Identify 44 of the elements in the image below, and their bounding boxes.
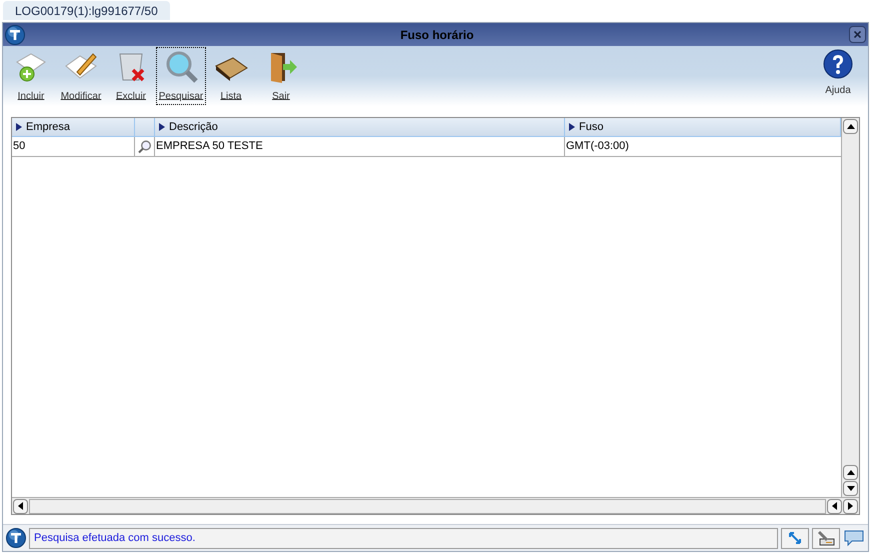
toolbar-button[interactable]: Excluir xyxy=(106,47,156,105)
column-header[interactable]: Empresa xyxy=(12,118,135,136)
scroll-right-button[interactable] xyxy=(843,498,858,514)
help-icon xyxy=(822,49,854,81)
sort-arrow-icon xyxy=(159,123,165,131)
toolbar-button[interactable]: Sair xyxy=(256,47,306,105)
arrow-down-icon xyxy=(846,484,856,494)
scroll-up-button[interactable] xyxy=(843,119,858,134)
logo-icon xyxy=(5,24,25,44)
vertical-scrollbar[interactable] xyxy=(842,118,859,497)
toolbar-button[interactable]: Modificar xyxy=(56,47,106,105)
help-button[interactable]: Ajuda xyxy=(818,47,858,105)
horizontal-scrollbar[interactable] xyxy=(29,498,826,514)
diagonal-arrow-icon xyxy=(788,531,802,545)
toolbar-button[interactable]: Lista xyxy=(206,47,256,105)
sort-arrow-icon xyxy=(16,123,22,131)
arrow-left-icon xyxy=(830,501,840,511)
scroll-left-button[interactable] xyxy=(827,498,842,514)
toolbar-button[interactable]: Pesquisar xyxy=(156,47,206,105)
lookup-icon[interactable] xyxy=(138,140,152,154)
wrench-keyboard-icon xyxy=(817,530,835,546)
resize-button[interactable] xyxy=(781,528,809,548)
close-icon xyxy=(854,31,861,38)
settings-button[interactable] xyxy=(812,528,840,548)
column-header[interactable]: Descrição xyxy=(155,118,565,136)
arrow-up-icon xyxy=(846,122,856,132)
arrow-right-icon xyxy=(846,501,856,511)
status-message: Pesquisa efetuada com sucesso. xyxy=(29,528,778,548)
close-button[interactable] xyxy=(849,26,866,43)
chat-bubble-icon[interactable] xyxy=(843,529,865,547)
logo-icon xyxy=(6,528,26,548)
window-title: Fuso horário xyxy=(399,26,475,44)
table-cell: 50 xyxy=(12,137,135,156)
column-header[interactable]: Fuso xyxy=(565,118,841,136)
toolbar-button[interactable]: Incluir xyxy=(6,47,56,105)
table-cell: EMPRESA 50 TESTE xyxy=(155,137,565,156)
arrow-left-icon xyxy=(16,501,26,511)
scroll-up-button[interactable] xyxy=(843,465,858,480)
scroll-left-button[interactable] xyxy=(13,498,28,514)
sort-arrow-icon xyxy=(569,123,575,131)
window-tab[interactable]: LOG00179(1):lg991677/50 xyxy=(3,1,170,20)
arrow-up-icon xyxy=(846,468,856,478)
scroll-down-button[interactable] xyxy=(843,481,858,496)
table-cell-text: GMT(-03:00) xyxy=(565,139,630,154)
